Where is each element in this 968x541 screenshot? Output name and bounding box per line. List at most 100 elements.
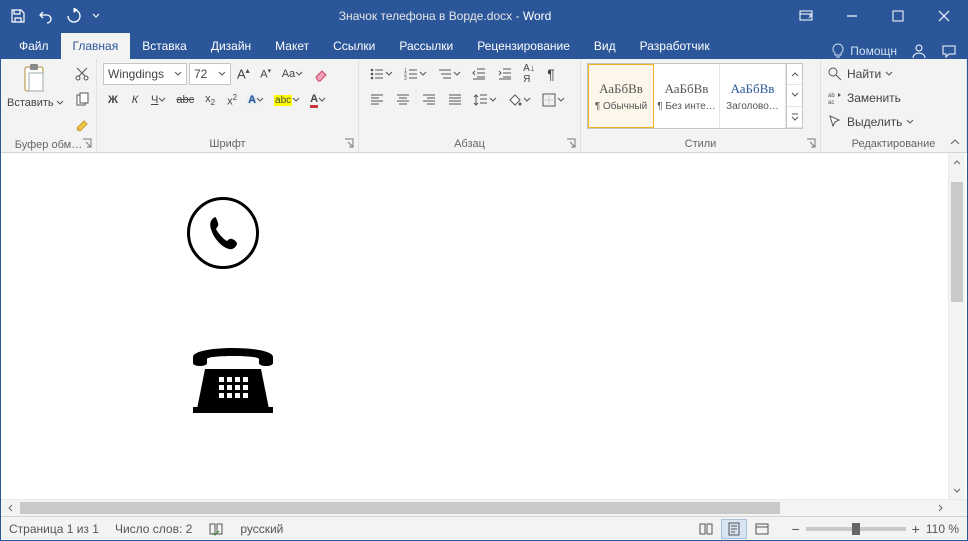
increase-indent-button[interactable] xyxy=(493,63,517,85)
bold-button[interactable]: Ж xyxy=(103,89,123,111)
replace-button[interactable]: abac Заменить xyxy=(827,87,901,109)
scroll-track[interactable] xyxy=(949,170,965,482)
font-color-button[interactable]: A xyxy=(306,89,330,111)
web-layout-button[interactable] xyxy=(749,519,775,539)
scroll-right-button[interactable] xyxy=(932,500,949,516)
superscript-button[interactable]: x2 xyxy=(222,89,242,111)
style-normal[interactable]: АаБбВв ¶ Обычный xyxy=(588,64,654,128)
zoom-in-button[interactable]: + xyxy=(912,521,920,537)
font-size-combo[interactable]: 72 xyxy=(189,63,231,85)
scroll-left-button[interactable] xyxy=(1,500,18,516)
sort-button[interactable]: А↓Я xyxy=(519,63,539,85)
dialog-launcher-icon[interactable] xyxy=(805,137,817,149)
dialog-launcher-icon[interactable] xyxy=(343,137,355,149)
styles-scroll[interactable] xyxy=(786,64,802,128)
vertical-scrollbar[interactable] xyxy=(948,153,965,499)
chevron-down-icon xyxy=(385,70,393,78)
close-button[interactable] xyxy=(921,1,967,31)
highlight-button[interactable]: abc xyxy=(270,89,304,111)
cut-button[interactable] xyxy=(70,63,94,85)
page[interactable] xyxy=(59,153,929,499)
horizontal-scrollbar[interactable] xyxy=(1,499,967,516)
styles-up[interactable] xyxy=(787,64,802,85)
tab-mailings[interactable]: Рассылки xyxy=(387,33,465,59)
shrink-font-button[interactable]: A▾ xyxy=(256,63,276,85)
status-language[interactable]: русский xyxy=(240,522,283,536)
underline-button[interactable]: Ч xyxy=(147,89,170,111)
dialog-launcher-icon[interactable] xyxy=(81,137,93,149)
borders-button[interactable] xyxy=(537,89,569,111)
justify-button[interactable] xyxy=(443,89,467,111)
tab-file[interactable]: Файл xyxy=(7,33,61,59)
show-marks-button[interactable]: ¶ xyxy=(541,63,561,85)
app-name: Word xyxy=(523,9,551,23)
scroll-up-button[interactable] xyxy=(949,153,965,170)
tab-references[interactable]: Ссылки xyxy=(321,33,387,59)
decrease-indent-button[interactable] xyxy=(467,63,491,85)
text-effects-button[interactable]: A xyxy=(244,89,268,111)
hscroll-track[interactable] xyxy=(18,502,932,514)
clear-formatting-button[interactable] xyxy=(309,63,333,85)
bullets-button[interactable] xyxy=(365,63,397,85)
status-words[interactable]: Число слов: 2 xyxy=(115,522,192,536)
save-button[interactable] xyxy=(5,3,31,29)
print-layout-button[interactable] xyxy=(721,519,747,539)
italic-button[interactable]: К xyxy=(125,89,145,111)
scroll-thumb[interactable] xyxy=(951,182,963,302)
find-button[interactable]: Найти xyxy=(827,63,893,85)
grow-font-button[interactable]: A▴ xyxy=(233,63,254,85)
style-no-spacing[interactable]: АаБбВв ¶ Без инте… xyxy=(654,64,720,128)
font-name-combo[interactable]: Wingdings xyxy=(103,63,187,85)
tab-developer[interactable]: Разработчик xyxy=(628,33,722,59)
tell-me-box[interactable]: Помощн xyxy=(830,43,897,59)
multilevel-list-button[interactable] xyxy=(433,63,465,85)
collapse-ribbon-button[interactable] xyxy=(949,136,961,148)
read-mode-button[interactable] xyxy=(693,519,719,539)
account-button[interactable] xyxy=(911,43,927,59)
scroll-down-button[interactable] xyxy=(949,482,965,499)
style-heading1[interactable]: АаБбВв Заголово… xyxy=(720,64,786,128)
styles-down[interactable] xyxy=(787,85,802,106)
hscroll-thumb[interactable] xyxy=(20,502,780,514)
redo-button[interactable] xyxy=(61,3,87,29)
undo-button[interactable] xyxy=(33,3,59,29)
change-case-button[interactable]: Aa xyxy=(278,63,307,85)
zoom-value[interactable]: 110 % xyxy=(926,522,959,536)
tab-home[interactable]: Главная xyxy=(61,33,131,59)
numbering-button[interactable]: 123 xyxy=(399,63,431,85)
tab-layout[interactable]: Макет xyxy=(263,33,321,59)
zoom-slider[interactable] xyxy=(806,527,906,531)
tab-review[interactable]: Рецензирование xyxy=(465,33,582,59)
save-icon xyxy=(10,8,26,24)
copy-button[interactable] xyxy=(70,89,94,111)
line-spacing-button[interactable] xyxy=(469,89,501,111)
styles-more[interactable] xyxy=(787,107,802,128)
strikethrough-button[interactable]: abc xyxy=(172,89,198,111)
document-area[interactable] xyxy=(1,153,967,499)
align-center-button[interactable] xyxy=(391,89,415,111)
zoom-out-button[interactable]: − xyxy=(791,521,799,537)
qat-customize-button[interactable] xyxy=(89,3,103,29)
subscript-button[interactable]: x2 xyxy=(200,89,220,111)
maximize-button[interactable] xyxy=(875,1,921,31)
shading-button[interactable] xyxy=(503,89,535,111)
align-right-button[interactable] xyxy=(417,89,441,111)
dialog-launcher-icon[interactable] xyxy=(565,137,577,149)
status-proofing[interactable] xyxy=(208,521,224,537)
status-page[interactable]: Страница 1 из 1 xyxy=(9,522,99,536)
chevron-down-icon xyxy=(56,99,64,107)
zoom-knob[interactable] xyxy=(852,523,860,535)
tab-insert[interactable]: Вставка xyxy=(130,33,199,59)
paste-button[interactable]: Вставить xyxy=(7,63,64,109)
format-painter-button[interactable] xyxy=(70,115,94,137)
styles-gallery[interactable]: АаБбВв ¶ Обычный АаБбВв ¶ Без инте… АаБб… xyxy=(587,63,803,129)
tab-design[interactable]: Дизайн xyxy=(199,33,263,59)
style-name: ¶ Без инте… xyxy=(657,101,716,112)
tab-view[interactable]: Вид xyxy=(582,33,628,59)
ribbon-options-button[interactable] xyxy=(783,1,829,31)
comments-button[interactable] xyxy=(941,43,957,59)
select-button[interactable]: Выделить xyxy=(827,111,914,133)
minimize-button[interactable] xyxy=(829,1,875,31)
glyph-rotary-phone xyxy=(187,337,279,415)
align-left-button[interactable] xyxy=(365,89,389,111)
